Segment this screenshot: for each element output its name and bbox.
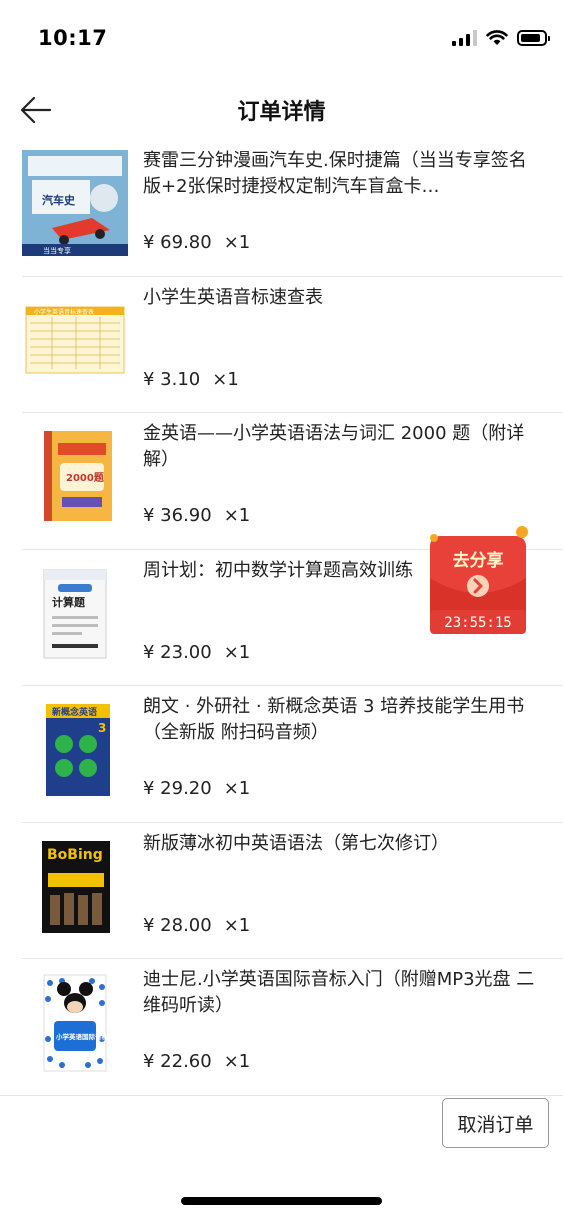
product-title[interactable]: 新版薄冰初中英语语法（第七次修订） <box>143 831 543 857</box>
product-quantity: ×1 <box>223 641 251 663</box>
price-row: ¥ 23.00 ×1 <box>143 642 250 663</box>
product-title[interactable]: 朗文 · 外研社 · 新概念英语 3 培养技能学生用书（全新版 附扫码音频） <box>143 694 543 746</box>
order-item[interactable]: 当当专享 汽车史 赛雷三分钟漫画汽车史.保时捷篇（当当专享签名版+2张保时捷授权… <box>0 140 563 277</box>
product-thumbnail[interactable]: 小学生英语音标速查表 <box>22 287 128 393</box>
thumb-text: 2000题 <box>66 472 105 484</box>
product-thumbnail[interactable]: 小学英语国际音标入门 <box>22 969 128 1075</box>
product-quantity: ×1 <box>223 1051 251 1072</box>
page-title: 订单详情 <box>237 100 326 125</box>
status-bar: 10:17 <box>0 0 563 80</box>
share-floating-widget[interactable]: 去分享 23:55:15 <box>426 526 530 636</box>
thumb-text: 小学生英语音标速查表 <box>34 308 94 316</box>
price-row: ¥ 22.60 ×1 <box>143 1051 250 1072</box>
thumb-banner: 当当专享 <box>43 246 71 255</box>
order-item[interactable]: 小学英语国际音标入门 迪士尼.小学英语国际音标入门（附赠MP3光盘 二维码听读）… <box>0 959 563 1096</box>
product-thumbnail[interactable]: 2000题 <box>22 423 128 529</box>
price-row: ¥ 29.20 ×1 <box>143 778 250 799</box>
price-row: ¥ 3.10 ×1 <box>143 369 239 390</box>
thumb-text: 新概念英语 <box>52 706 97 718</box>
product-thumbnail[interactable]: BoBing <box>22 833 128 939</box>
product-title[interactable]: 迪士尼.小学英语国际音标入门（附赠MP3光盘 二维码听读） <box>143 967 543 1019</box>
product-title[interactable]: 金英语——小学英语语法与词汇 2000 题（附详解） <box>143 421 543 473</box>
product-title[interactable]: 小学生英语音标速查表 <box>143 285 543 311</box>
product-quantity: ×1 <box>223 914 251 936</box>
thumb-text: 计算题 <box>52 595 86 609</box>
product-thumbnail[interactable]: 当当专享 汽车史 <box>22 150 128 256</box>
product-quantity: ×1 <box>223 232 251 253</box>
product-thumbnail[interactable]: 计算题 <box>22 560 128 666</box>
status-icons <box>452 30 550 46</box>
status-time: 10:17 <box>38 26 108 50</box>
product-quantity: ×1 <box>212 368 239 390</box>
share-label: 去分享 <box>453 550 504 571</box>
product-title[interactable]: 赛雷三分钟漫画汽车史.保时捷篇（当当专享签名版+2张保时捷授权定制汽车盲盒卡… <box>143 148 543 200</box>
thumb-text: BoBing <box>47 847 103 863</box>
product-price: ¥ 29.20 <box>143 778 212 799</box>
cancel-order-button[interactable]: 取消订单 <box>442 1098 549 1148</box>
price-row: ¥ 28.00 ×1 <box>143 915 250 936</box>
wifi-icon <box>486 30 508 45</box>
order-item[interactable]: 新概念英语 3 朗文 · 外研社 · 新概念英语 3 培养技能学生用书（全新版 … <box>0 686 563 823</box>
svg-text:3: 3 <box>98 721 106 735</box>
nav-bar: 订单详情 <box>0 80 563 140</box>
product-price: ¥ 23.00 <box>143 641 212 663</box>
thumb-text: 汽车史 <box>42 193 76 207</box>
share-countdown: 23:55:15 <box>444 615 511 631</box>
product-price: ¥ 69.80 <box>143 232 212 253</box>
product-price: ¥ 22.60 <box>143 1051 212 1072</box>
chevron-right-icon <box>467 575 489 597</box>
price-row: ¥ 36.90 ×1 <box>143 505 250 526</box>
thumb-text: 小学英语国际音标入门 <box>55 1032 122 1041</box>
price-row: ¥ 69.80 ×1 <box>143 232 250 253</box>
product-price: ¥ 36.90 <box>143 505 212 526</box>
product-quantity: ×1 <box>223 778 251 799</box>
product-price: ¥ 3.10 <box>143 368 201 390</box>
cellular-signal-icon <box>452 30 477 46</box>
order-item[interactable]: 小学生英语音标速查表 小学生英语音标速查表 ¥ 3.10 ×1 <box>0 277 563 414</box>
product-quantity: ×1 <box>223 505 251 526</box>
product-price: ¥ 28.00 <box>143 914 212 936</box>
home-indicator[interactable] <box>181 1197 382 1205</box>
product-thumbnail[interactable]: 新概念英语 3 <box>22 696 128 802</box>
battery-icon <box>517 30 550 46</box>
order-item[interactable]: BoBing 新版薄冰初中英语语法（第七次修订） ¥ 28.00 ×1 <box>0 823 563 960</box>
